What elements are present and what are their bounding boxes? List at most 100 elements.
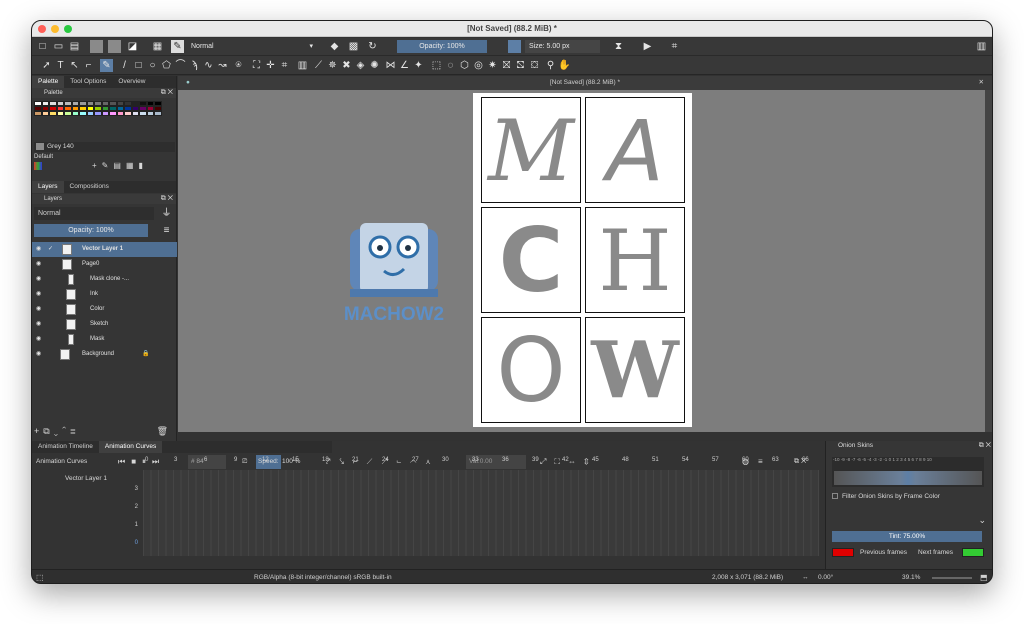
check-icon[interactable]: ✓ (48, 242, 53, 257)
layer-blend-select[interactable]: Normal (34, 207, 154, 220)
selected-color-row[interactable]: Grey 140 (34, 142, 175, 152)
layer-row[interactable]: ◉ ✓ Vector Layer 1 (32, 242, 177, 257)
palette-chooser-icon[interactable] (34, 162, 42, 170)
fullscreen-icon[interactable]: ⬒ (980, 570, 988, 583)
eye-icon[interactable]: ◉ (36, 257, 41, 272)
vertical-scrollbar[interactable] (985, 90, 992, 432)
fill-patterns-icon[interactable]: ▦ (151, 40, 164, 53)
freehand-path-icon[interactable]: ∿ (202, 59, 215, 72)
rotation-value[interactable]: 0.00° (818, 570, 833, 583)
tab-layers[interactable]: Layers (32, 181, 64, 193)
rectangular-selection-icon[interactable]: ⬚ (430, 59, 443, 72)
ellipse-tool-icon[interactable]: ○ (146, 59, 159, 72)
layer-row[interactable]: ◉ Sketch (32, 317, 177, 332)
eye-icon[interactable]: ◉ (36, 317, 41, 332)
zoom-window-button[interactable] (64, 25, 72, 33)
tab-palette[interactable]: Palette (32, 76, 65, 88)
bezier-tool-icon[interactable]: ϡ (188, 59, 201, 72)
foreground-color-swatch[interactable] (90, 40, 103, 53)
grid-view-icon[interactable]: ▦ (126, 161, 139, 170)
crop-tool-icon[interactable]: ⌗ (278, 59, 291, 72)
tint-slider[interactable]: Tint: 75.00% (832, 531, 982, 542)
polygon-tool-icon[interactable]: ⬠ (160, 59, 173, 72)
mirror-vertical-icon[interactable]: ▶ (641, 40, 654, 53)
background-color-swatch[interactable] (108, 40, 121, 53)
similar-color-selection-icon[interactable]: ⛝ (500, 59, 513, 72)
layer-row[interactable]: ◉ Page0 (32, 257, 177, 272)
edit-swatch-icon[interactable]: ✎ (102, 161, 114, 170)
gradient-tool-icon[interactable]: ▥ (296, 59, 309, 72)
curve-layer-name[interactable]: Vector Layer 1 (36, 475, 136, 482)
edit-shapes-icon[interactable]: ↖ (68, 59, 81, 72)
pan-tool-icon[interactable]: ✋ (558, 59, 571, 72)
freehand-selection-icon[interactable]: ◎ (472, 59, 485, 72)
layer-row[interactable]: ◉ Ink (32, 287, 177, 302)
filter-checkbox[interactable] (832, 493, 838, 500)
onion-opacity-bars[interactable] (834, 471, 982, 485)
calligraphy-icon[interactable]: ⌐ (82, 59, 95, 72)
document-page[interactable]: M A C H O W (473, 93, 692, 427)
line-tool-icon[interactable]: / (118, 59, 131, 72)
preserve-alpha-icon[interactable]: ▩ (347, 40, 360, 53)
previous-frames-color[interactable] (832, 548, 854, 557)
filter-layers-icon[interactable]: ⏚ (160, 207, 173, 220)
dynamic-brush-icon[interactable]: ↝ (216, 59, 229, 72)
selection-mode-icon[interactable]: ⬚ (36, 570, 44, 583)
polyline-tool-icon[interactable]: ⌒ (174, 59, 187, 72)
select-shapes-icon[interactable]: ➚ (40, 59, 53, 72)
duplicate-layer-icon[interactable]: ⧉ (43, 426, 53, 436)
rotation-icon[interactable]: ↔ (802, 570, 809, 583)
layer-row[interactable]: ◉ Mask clone -... (32, 272, 177, 287)
delete-swatch-icon[interactable]: ▮ (139, 161, 148, 170)
filter-onion-row[interactable]: Filter Onion Skins by Frame Color (832, 493, 940, 500)
eye-icon[interactable]: ◉ (36, 332, 41, 347)
next-frames-color[interactable] (962, 548, 984, 557)
tab-animation-curves[interactable]: Animation Curves (98, 441, 163, 453)
eye-icon[interactable]: ◉ (36, 287, 41, 302)
zoom-tool-icon[interactable]: ⚲ (544, 59, 557, 72)
canvas-area[interactable]: [Not Saved] (88.2 MiB) * ● ✕ MACHOW2 M A… (178, 76, 992, 432)
tab-overview[interactable]: Overview (112, 76, 151, 88)
minimize-window-button[interactable] (51, 25, 59, 33)
smart-patch-icon[interactable]: ✵ (326, 59, 339, 72)
delete-layer-icon[interactable]: 🗑 (157, 426, 172, 437)
onion-skin-levels[interactable]: -10 -9 -8 -7 -6 -5 -4 -3 -2 -1 0 1 2 3 4 5 6 7 8 9 10 (832, 457, 984, 487)
workspace-icon[interactable]: ▥ (975, 40, 988, 53)
wrap-around-icon[interactable]: ⌗ (668, 40, 681, 53)
measure-tool-icon[interactable]: ∠ (398, 59, 411, 72)
rectangle-tool-icon[interactable]: □ (132, 59, 145, 72)
elliptical-selection-icon[interactable]: ◌ (444, 59, 457, 72)
new-document-icon[interactable]: □ (36, 40, 49, 53)
onion-float-close-icon[interactable]: ⧉ ✕ (979, 441, 991, 451)
fill-tool-icon[interactable]: ◈ (354, 59, 367, 72)
multibrush-icon[interactable]: ⍟ (232, 59, 245, 72)
layer-row[interactable]: ◉ Background 🔒 (32, 347, 177, 362)
layers-float-close-icon[interactable]: ⧉ ✕ (161, 194, 173, 204)
brush-presets-icon[interactable]: ✎ (171, 40, 184, 53)
blend-mode-select[interactable]: Normal ▾ (187, 40, 317, 53)
eye-icon[interactable]: ◉ (36, 272, 41, 287)
reference-images-icon[interactable]: ✦ (412, 59, 425, 72)
previous-frame-icon[interactable]: ⏮ (118, 457, 131, 466)
save-icon[interactable]: ▤ (68, 40, 81, 53)
close-tab-icon[interactable]: ✕ (979, 76, 984, 90)
size-slider[interactable]: Size: 5.00 px (525, 40, 600, 53)
eraser-icon[interactable]: ◆ (328, 40, 341, 53)
eye-icon[interactable]: ◉ (36, 242, 41, 257)
expand-chevron-icon[interactable]: ⌄ (978, 515, 986, 526)
add-layer-icon[interactable]: + (34, 426, 43, 436)
transform-tool-icon[interactable]: ⛶ (250, 59, 263, 72)
assistant-tool-icon[interactable]: ✖ (340, 59, 353, 72)
stop-icon[interactable]: ■ (131, 457, 142, 466)
swap-colors-icon[interactable]: ◪ (126, 40, 139, 53)
magnetic-selection-icon[interactable]: ⛋ (528, 59, 541, 72)
eye-icon[interactable]: ◉ (36, 302, 41, 317)
layer-menu-icon[interactable]: ≡ (160, 224, 173, 237)
layer-row[interactable]: ◉ Mask (32, 332, 177, 347)
polygonal-selection-icon[interactable]: ⬡ (458, 59, 471, 72)
reload-preset-icon[interactable]: ↻ (366, 40, 379, 53)
perspective-grid-icon[interactable]: ⋈ (384, 59, 397, 72)
layer-opacity-slider[interactable]: Opacity: 100% (34, 224, 148, 237)
enclose-fill-icon[interactable]: ✺ (368, 59, 381, 72)
tab-tool-options[interactable]: Tool Options (64, 76, 112, 88)
